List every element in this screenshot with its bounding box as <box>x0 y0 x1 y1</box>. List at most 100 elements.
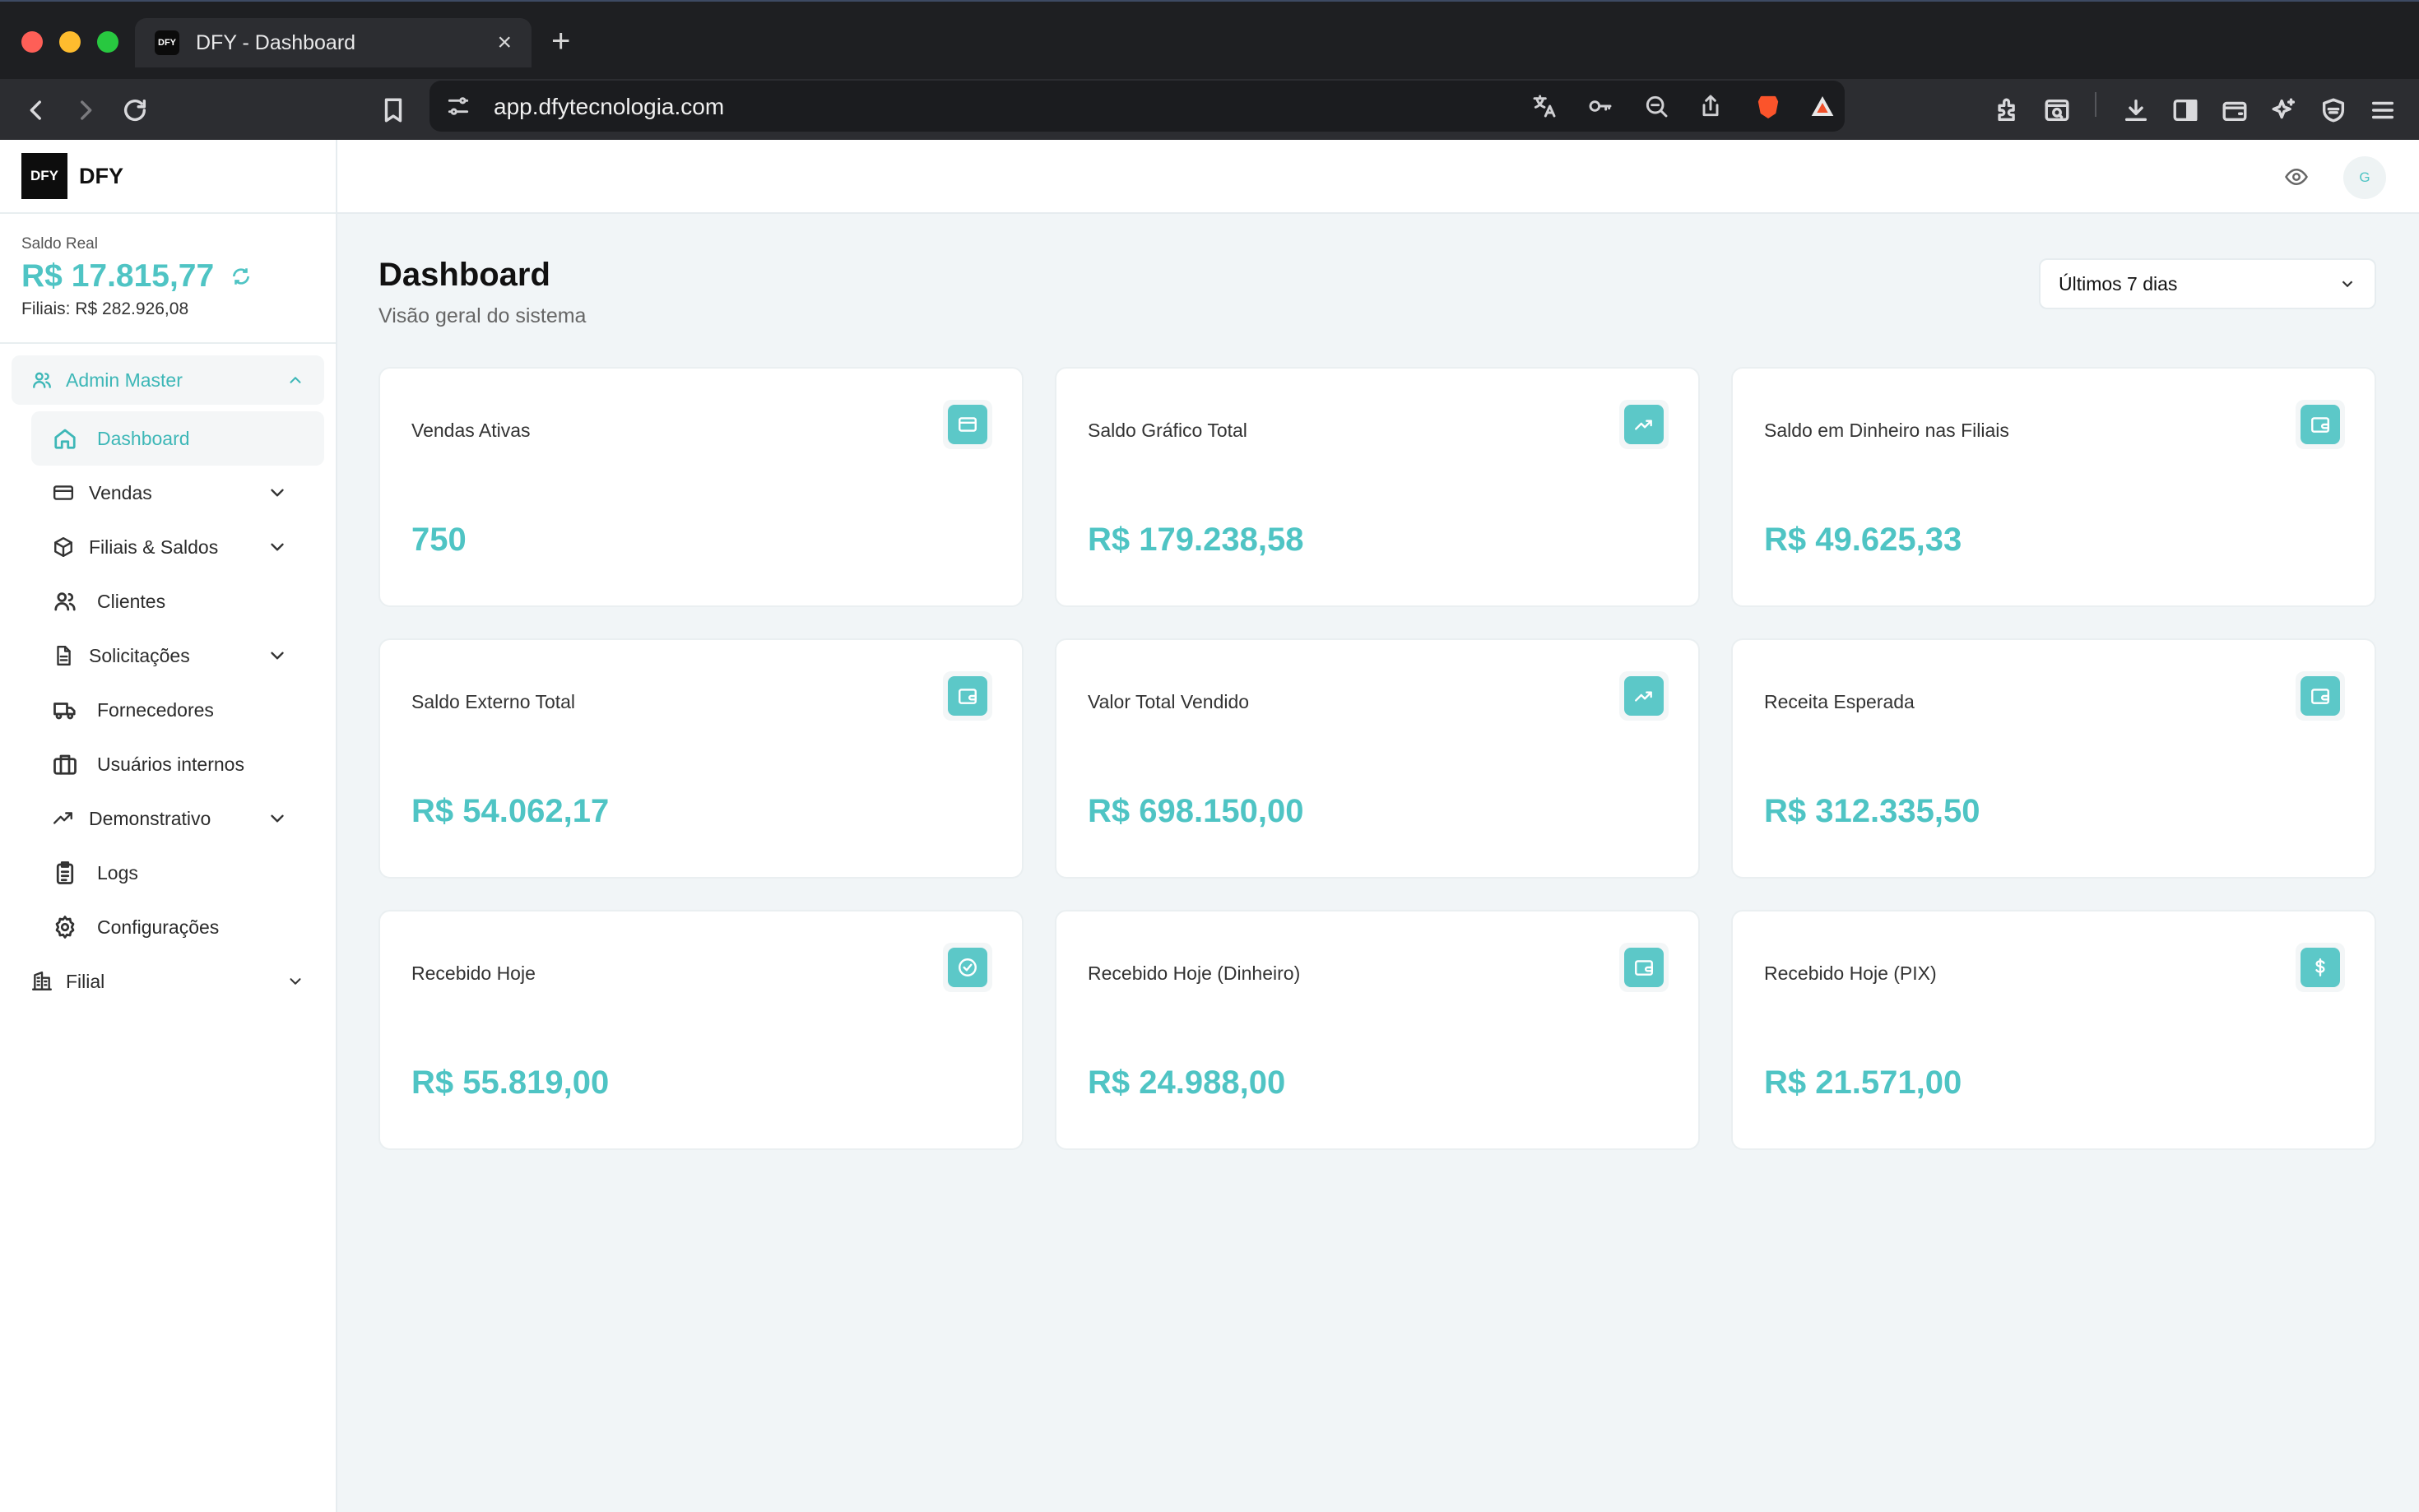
trending-up-icon <box>1619 400 1669 449</box>
gear-icon <box>55 916 75 939</box>
sidebar-nav: Admin Master Dashboard Vendas Filiais & … <box>0 344 336 1020</box>
home-icon <box>54 429 76 449</box>
card-value: R$ 54.062,17 <box>411 793 610 829</box>
main-content: Dashboard Visão geral do sistema Últimos… <box>337 214 2419 1512</box>
tab-close-icon[interactable]: × <box>497 30 512 55</box>
brand[interactable]: DFY DFY <box>0 140 336 214</box>
check-circle-icon <box>943 943 992 992</box>
minimize-window-button[interactable] <box>59 31 81 53</box>
box-icon <box>54 536 72 558</box>
chevron-down-icon <box>271 543 284 551</box>
sidebar-item-dashboard[interactable]: Dashboard <box>31 411 324 466</box>
sidebar-item-demonstrativo[interactable]: Demonstrativo <box>31 791 324 846</box>
sidebar-item-vendas[interactable]: Vendas <box>31 466 324 520</box>
balance-value: R$ 17.815,77 <box>21 258 215 294</box>
sidebar-item-label: Filiais & Saldos <box>89 536 219 558</box>
stat-card-recebido-hoje-pix: Recebido Hoje (PIX) R$ 21.571,00 <box>1731 910 2376 1150</box>
branches-balance: Filiais: R$ 282.926,08 <box>21 299 189 318</box>
card-label: Recebido Hoje (Dinheiro) <box>1088 962 1301 984</box>
sidebar-item-label: Usuários internos <box>97 753 244 775</box>
back-button[interactable] <box>16 90 56 130</box>
truck-icon <box>53 703 76 720</box>
browser-chrome: DFY DFY - Dashboard × + app.dfytecnologi… <box>0 0 2419 140</box>
briefcase-icon <box>53 754 77 775</box>
card-value: R$ 312.335,50 <box>1764 793 1980 829</box>
stat-card-vendas-ativas: Vendas Ativas 750 <box>378 367 1024 607</box>
vpn-shield-icon[interactable] <box>2314 90 2353 130</box>
refresh-icon[interactable] <box>214 266 252 287</box>
sidebar-item-clientes[interactable]: Clientes <box>31 574 324 628</box>
period-select[interactable]: Últimos 7 dias <box>2039 258 2376 309</box>
sidebar-item-usuarios-internos[interactable]: Usuários internos <box>31 737 324 791</box>
period-value: Últimos 7 dias <box>2059 272 2178 295</box>
browser-tab[interactable]: DFY DFY - Dashboard × <box>135 18 532 67</box>
bookmark-button[interactable] <box>374 90 413 130</box>
dollar-icon <box>2296 943 2345 992</box>
translate-icon[interactable] <box>1527 89 1562 123</box>
stat-card-valor-total-vendido: Valor Total Vendido R$ 698.150,00 <box>1055 638 1700 879</box>
sidebar-item-label: Logs <box>97 861 138 884</box>
nav-root-label: Filial <box>66 970 105 992</box>
stat-card-recebido-hoje: Recebido Hoje R$ 55.819,00 <box>378 910 1024 1150</box>
sidebar-item-label: Clientes <box>97 590 166 612</box>
credit-card-icon <box>943 400 992 449</box>
sidebar-item-solicitacoes[interactable]: Solicitações <box>31 628 324 683</box>
url-text[interactable]: app.dfytecnologia.com <box>494 94 724 120</box>
share-icon[interactable] <box>1693 89 1728 123</box>
sidebar-item-label: Vendas <box>89 481 152 503</box>
avatar[interactable]: G <box>2343 156 2386 199</box>
card-label: Recebido Hoje (PIX) <box>1764 962 1937 984</box>
sidebar-toggle-icon[interactable] <box>2166 90 2205 130</box>
menu-icon[interactable] <box>2363 90 2403 130</box>
brave-shields-icon[interactable] <box>1751 89 1785 123</box>
maximize-window-button[interactable] <box>97 31 118 53</box>
wallet-icon[interactable] <box>2215 90 2254 130</box>
balance-label: Saldo Real <box>21 235 98 253</box>
site-settings-icon[interactable] <box>441 89 476 123</box>
sidebar-item-fornecedores[interactable]: Fornecedores <box>31 683 324 737</box>
chevron-down-icon <box>290 978 301 985</box>
wallet-icon <box>943 671 992 721</box>
reload-button[interactable] <box>115 90 155 130</box>
stat-card-saldo-externo-total: Saldo Externo Total R$ 54.062,17 <box>378 638 1024 879</box>
stat-card-saldo-dinheiro-filiais: Saldo em Dinheiro nas Filiais R$ 49.625,… <box>1731 367 2376 607</box>
key-icon[interactable] <box>1583 89 1618 123</box>
new-tab-button[interactable]: + <box>551 25 570 58</box>
sidebar-item-configuracoes[interactable]: Configurações <box>31 900 324 954</box>
sidebar-item-label: Fornecedores <box>97 698 214 721</box>
chevron-up-icon <box>290 377 301 383</box>
leo-ai-icon[interactable] <box>2264 90 2304 130</box>
sidebar: DFY DFY Saldo Real R$ 17.815,77 Filiais:… <box>0 140 337 1512</box>
trending-up-icon <box>53 812 72 824</box>
wallet-icon <box>2296 400 2345 449</box>
download-icon[interactable] <box>2116 90 2156 130</box>
close-window-button[interactable] <box>21 31 43 53</box>
brave-rewards-icon[interactable] <box>1805 89 1840 123</box>
forward-button[interactable] <box>66 90 105 130</box>
users-icon <box>33 372 51 388</box>
trending-up-icon <box>1619 671 1669 721</box>
page-title: Dashboard <box>378 257 550 293</box>
chevron-down-icon <box>271 814 284 823</box>
clipboard-icon <box>56 861 74 884</box>
extensions-icon[interactable] <box>1988 90 2027 130</box>
zoom-out-icon[interactable] <box>1639 89 1674 123</box>
sidebar-item-label: Dashboard <box>97 427 190 449</box>
sidebar-item-label: Configurações <box>97 916 220 938</box>
stat-card-saldo-grafico-total: Saldo Gráfico Total R$ 179.238,58 <box>1055 367 1700 607</box>
page-subtitle: Visão geral do sistema <box>378 304 587 327</box>
document-icon <box>57 645 71 666</box>
nav-group-admin-master[interactable]: Admin Master <box>12 355 324 405</box>
card-label: Recebido Hoje <box>411 962 536 984</box>
balance-panel: Saldo Real R$ 17.815,77 Filiais: R$ 282.… <box>0 214 336 344</box>
address-bar[interactable]: app.dfytecnologia.com <box>429 81 1845 132</box>
sidebar-item-filiais-saldos[interactable]: Filiais & Saldos <box>31 520 324 574</box>
card-label: Saldo em Dinheiro nas Filiais <box>1764 420 2009 441</box>
sidebar-item-logs[interactable]: Logs <box>31 846 324 900</box>
nav-group-filial[interactable]: Filial <box>12 954 324 1009</box>
building-icon <box>31 971 53 990</box>
tab-strip: DFY DFY - Dashboard × + <box>0 0 2419 79</box>
stat-card-receita-esperada: Receita Esperada R$ 312.335,50 <box>1731 638 2376 879</box>
leo-search-icon[interactable] <box>2037 90 2077 130</box>
chevron-down-icon <box>271 652 284 660</box>
